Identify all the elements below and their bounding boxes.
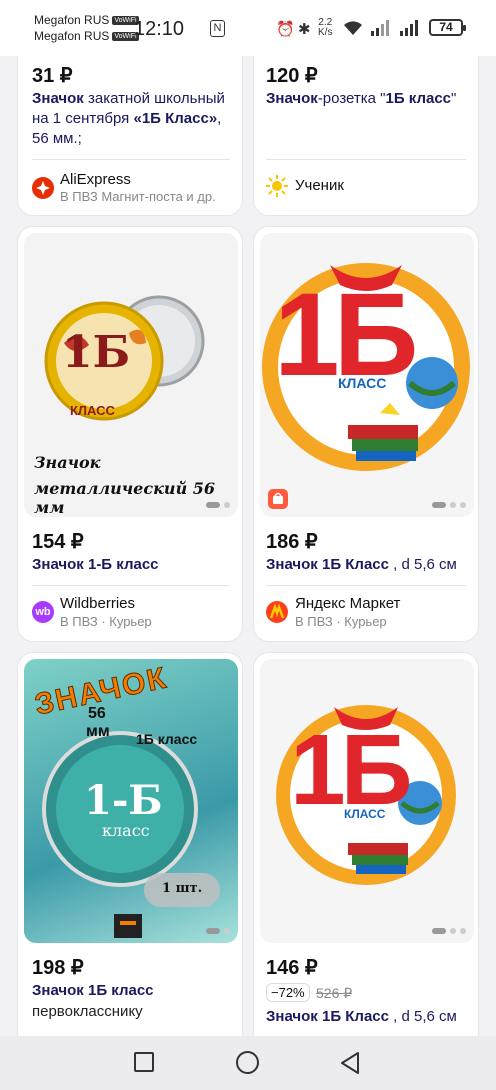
product-card[interactable]: 1Б КЛАСС Значок металлический 56 мм 154 … [17,226,243,642]
product-title[interactable]: Значок-розетка "1Б класс" [266,89,466,109]
delivery-info: В ПВЗ · Курьер [60,614,152,629]
product-card[interactable]: 1Б КЛАСС 186 ₽ Значок 1Б Класс , d 5,6 с… [253,226,479,642]
home-button[interactable] [236,1051,259,1074]
divider [266,159,466,160]
signal-icon-2 [400,20,420,40]
image-size-number: 56 [88,705,106,722]
shop-name[interactable]: Wildberries [60,595,135,612]
image-size-unit: мм [86,723,110,740]
badge-label: КЛАСС [344,807,386,821]
product-title[interactable]: Значок 1Б Класс , d 5,6 см [266,1007,457,1027]
image-carousel-dots[interactable] [432,928,466,934]
bluetooth-icon: ✱ [298,21,311,38]
shop-name[interactable]: AliExpress [60,171,131,188]
recents-button[interactable] [134,1052,154,1072]
product-card[interactable]: ЗНАЧОК 56 мм 1Б класс 1-Б класс 1 шт. 19… [17,652,243,1052]
clock: 12:10 [134,18,185,40]
badge-label: класс [102,821,150,840]
product-price: 198 ₽ [32,957,84,979]
product-title[interactable]: Значок закатной школьный на 1 сентября «… [32,89,236,149]
image-carousel-dots[interactable] [206,928,230,934]
sun-logo-icon [266,175,288,197]
back-button[interactable] [340,1051,360,1080]
image-class: 1Б класс [136,731,198,747]
badge-number: 1Б [62,327,131,378]
nfc-icon: N [210,20,225,37]
status-bar: Megafon RUS VoWiFi Megafon RUS VoWiFi 12:1… [0,0,496,56]
product-price: 146 ₽ [266,957,318,979]
product-price: 186 ₽ [266,531,318,553]
product-subtitle: первокласснику [32,1003,143,1020]
yandex-market-logo-icon [266,601,288,623]
product-title[interactable]: Значок 1Б Класс , d 5,6 см [266,555,457,575]
badge-label: КЛАСС [70,403,115,418]
carrier-2: Megafon RUS VoWiFi [34,29,139,43]
delivery-info: В ПВЗ Магнит-поста и др. [60,189,216,204]
delivery-info: В ПВЗ · Курьер [295,614,387,629]
product-image[interactable]: ЗНАЧОК 56 мм 1Б класс 1-Б класс 1 шт. [24,659,238,943]
network-speed: 2.2 K/s [318,17,333,38]
alarm-icon: ⏰ [276,21,295,38]
system-nav-bar [0,1036,496,1090]
badge-label: КЛАСС [338,375,387,391]
product-image[interactable]: 1Б КЛАСС [260,233,474,517]
product-card[interactable]: 1Б КЛАСС 146 ₽ −72% 526 ₽ Значок 1Б Клас… [253,652,479,1052]
wildberries-logo-icon: wb [32,601,54,623]
aliexpress-logo-icon [32,177,54,199]
battery-indicator: 74 [429,19,466,36]
product-title[interactable]: Значок 1-Б класс [32,555,159,575]
shop-name[interactable]: Ученик [295,177,344,194]
divider [32,159,230,160]
image-caption-1: Значок [34,453,101,472]
image-carousel-dots[interactable] [206,502,230,508]
product-image[interactable]: 1Б КЛАСС [260,659,474,943]
product-price: 31 ₽ [32,65,73,87]
image-caption-2: металлический 56 мм [34,479,216,517]
badge-number: 1-Б [84,777,163,824]
discount-badge: −72% [266,983,310,1002]
carrier-1: Megafon RUS VoWiFi [34,13,139,27]
shopping-bag-icon [268,489,288,509]
image-quantity: 1 шт. [162,881,203,896]
signal-icon-1 [371,20,391,40]
product-title[interactable]: Значок 1Б класс [32,981,154,1001]
product-price: 120 ₽ [266,65,318,87]
divider [266,585,466,586]
shop-name[interactable]: Яндекс Маркет [295,595,400,612]
product-image[interactable]: 1Б КЛАСС Значок металлический 56 мм [24,233,238,517]
product-price: 154 ₽ [32,531,84,553]
badge-number: 1Б [290,714,412,826]
old-price: 526 ₽ [316,985,353,1001]
wifi-icon [343,20,363,40]
divider [32,585,230,586]
image-carousel-dots[interactable] [432,502,466,508]
